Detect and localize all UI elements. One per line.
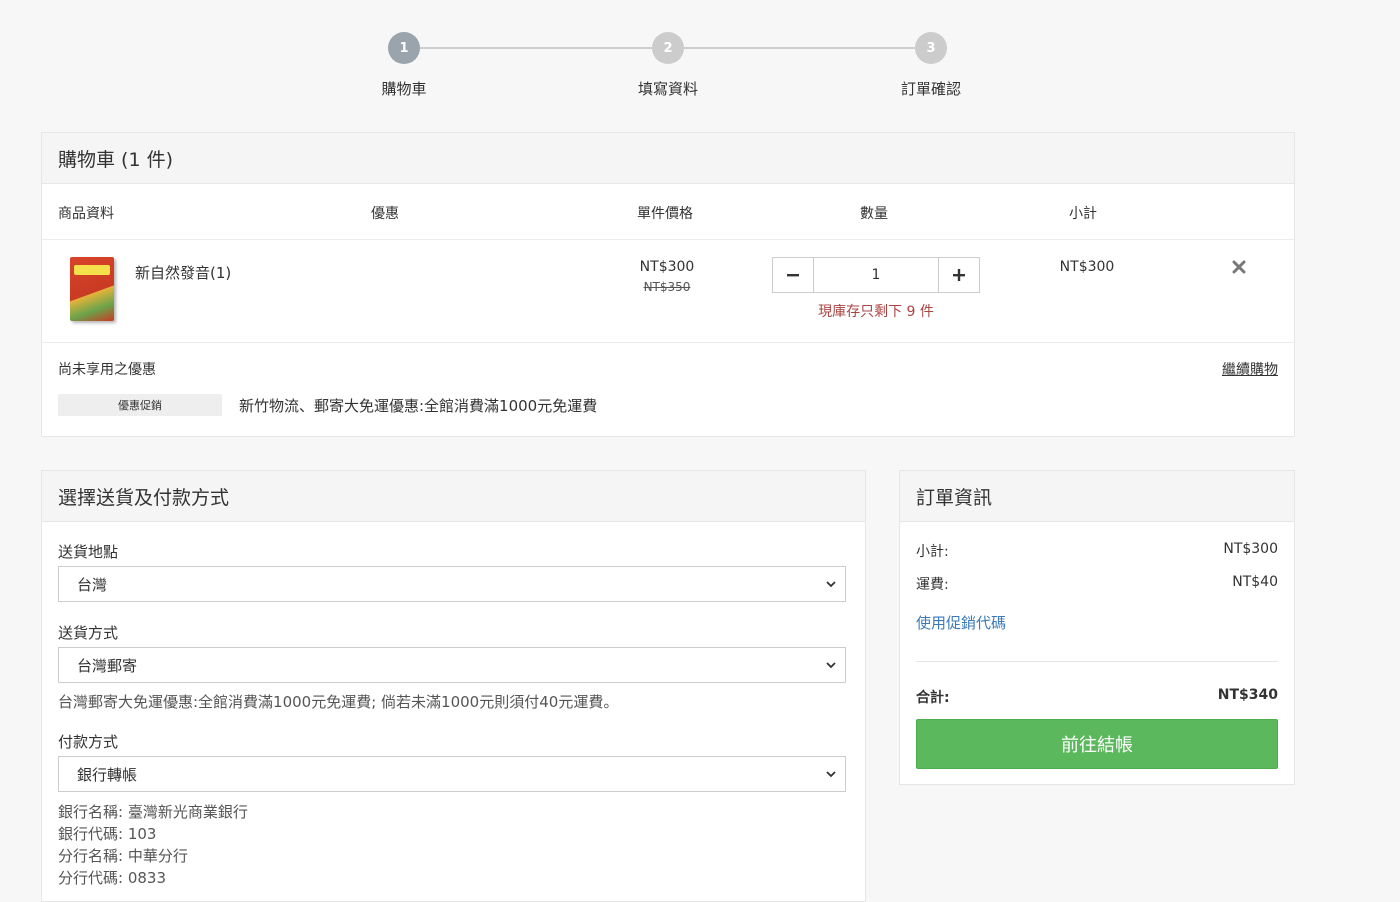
- decrease-quantity-button[interactable]: [773, 258, 813, 292]
- summary-shipping-label: 運費:: [916, 577, 949, 593]
- close-icon: [1232, 260, 1246, 274]
- summary-divider: [916, 661, 1278, 662]
- summary-total-row: 合計: NT$340: [916, 687, 1278, 707]
- quantity-stepper: 1: [772, 257, 980, 293]
- bank-name: 銀行名稱: 臺灣新光商業銀行: [58, 803, 248, 821]
- chevron-down-icon: [826, 662, 836, 669]
- remove-item-button[interactable]: [1232, 255, 1246, 279]
- col-product: 商品資料: [58, 206, 114, 222]
- summary-shipping-value: NT$40: [1232, 574, 1278, 590]
- cart-table-header: 商品資料 優惠 單件價格 數量 小計: [42, 185, 1294, 240]
- bank-code: 銀行代碼: 103: [58, 825, 157, 843]
- checkout-button[interactable]: 前往結帳: [916, 719, 1278, 769]
- payment-method-select[interactable]: 銀行轉帳: [58, 756, 846, 792]
- item-subtotal: NT$300: [1059, 259, 1115, 275]
- product-thumbnail-title-band: [74, 265, 110, 275]
- stock-warning: 現庫存只剩下 9 件: [818, 304, 934, 320]
- unused-promo-title: 尚未享用之優惠: [58, 362, 156, 378]
- summary-subtotal-label: 小計:: [916, 544, 949, 560]
- minus-icon: [787, 274, 799, 277]
- step-2-label: 填寫資料: [637, 80, 698, 98]
- product-name[interactable]: 新自然發音(1): [135, 262, 231, 283]
- continue-shopping-link[interactable]: 繼續購物: [1222, 359, 1278, 379]
- table-row: 新自然發音(1) NT$300 NT$350 1 現庫存只剩下 9 件 NT$3…: [42, 240, 1294, 343]
- shipping-method-hint: 台灣郵寄大免運優惠:全館消費滿1000元免運費; 倘若未滿1000元則須付40元…: [58, 693, 619, 711]
- shipping-method-label: 送貨方式: [58, 624, 119, 642]
- step-connector: [420, 47, 652, 49]
- summary-subtotal-value: NT$300: [1223, 541, 1278, 557]
- shipping-location-label: 送貨地點: [58, 543, 119, 561]
- shipping-location-select[interactable]: 台灣: [58, 566, 846, 602]
- step-3-indicator: 3: [915, 32, 947, 64]
- original-price: NT$350: [643, 280, 691, 294]
- col-unit-price: 單件價格: [637, 206, 693, 222]
- col-discount: 優惠: [371, 206, 399, 222]
- summary-total-label: 合計:: [916, 690, 950, 706]
- payment-method-label: 付款方式: [58, 733, 119, 751]
- shipping-payment-panel: 選擇送貨及付款方式 送貨地點 台灣 送貨方式 台灣郵寄 台灣郵寄大免運優惠:全館…: [41, 470, 866, 902]
- unit-price: NT$300: [639, 259, 695, 275]
- branch-name: 分行名稱: 中華分行: [58, 847, 188, 865]
- order-summary-title: 訂單資訊: [900, 471, 1294, 522]
- summary-total-value: NT$340: [1217, 687, 1278, 703]
- summary-shipping-row: 運費: NT$40: [916, 574, 1278, 594]
- increase-quantity-button[interactable]: [939, 258, 979, 292]
- checkout-stepper: 1 2 3 購物車 填寫資料 訂單確認: [0, 0, 1400, 120]
- promo-badge: 優惠促銷: [58, 394, 222, 416]
- chevron-down-icon: [826, 771, 836, 778]
- shipping-method-select[interactable]: 台灣郵寄: [58, 647, 846, 683]
- shipping-payment-title: 選擇送貨及付款方式: [42, 471, 865, 522]
- product-thumbnail[interactable]: [70, 257, 114, 321]
- order-summary-panel: 訂單資訊 小計: NT$300 運費: NT$40 使用促銷代碼 合計: NT$…: [899, 470, 1295, 785]
- step-3-label: 訂單確認: [900, 80, 961, 98]
- cart-panel: 購物車 (1 件) 商品資料 優惠 單件價格 數量 小計 新自然發音(1) NT…: [41, 132, 1295, 437]
- summary-subtotal-row: 小計: NT$300: [916, 541, 1278, 561]
- cart-title: 購物車 (1 件): [42, 133, 1294, 184]
- chevron-down-icon: [826, 581, 836, 588]
- col-quantity: 數量: [860, 206, 888, 222]
- plus-icon: [953, 269, 965, 281]
- payment-method-value: 銀行轉帳: [77, 765, 138, 784]
- promo-description: 新竹物流、郵寄大免運優惠:全館消費滿1000元免運費: [239, 397, 598, 415]
- quantity-input[interactable]: 1: [813, 258, 939, 292]
- step-1-label: 購物車: [381, 80, 427, 98]
- step-connector: [684, 47, 916, 49]
- shipping-method-value: 台灣郵寄: [77, 656, 138, 675]
- use-promo-code-link[interactable]: 使用促銷代碼: [916, 612, 1006, 633]
- shipping-location-value: 台灣: [77, 575, 108, 594]
- col-subtotal: 小計: [1069, 206, 1097, 222]
- step-2-indicator: 2: [652, 32, 684, 64]
- step-1-indicator: 1: [388, 32, 420, 64]
